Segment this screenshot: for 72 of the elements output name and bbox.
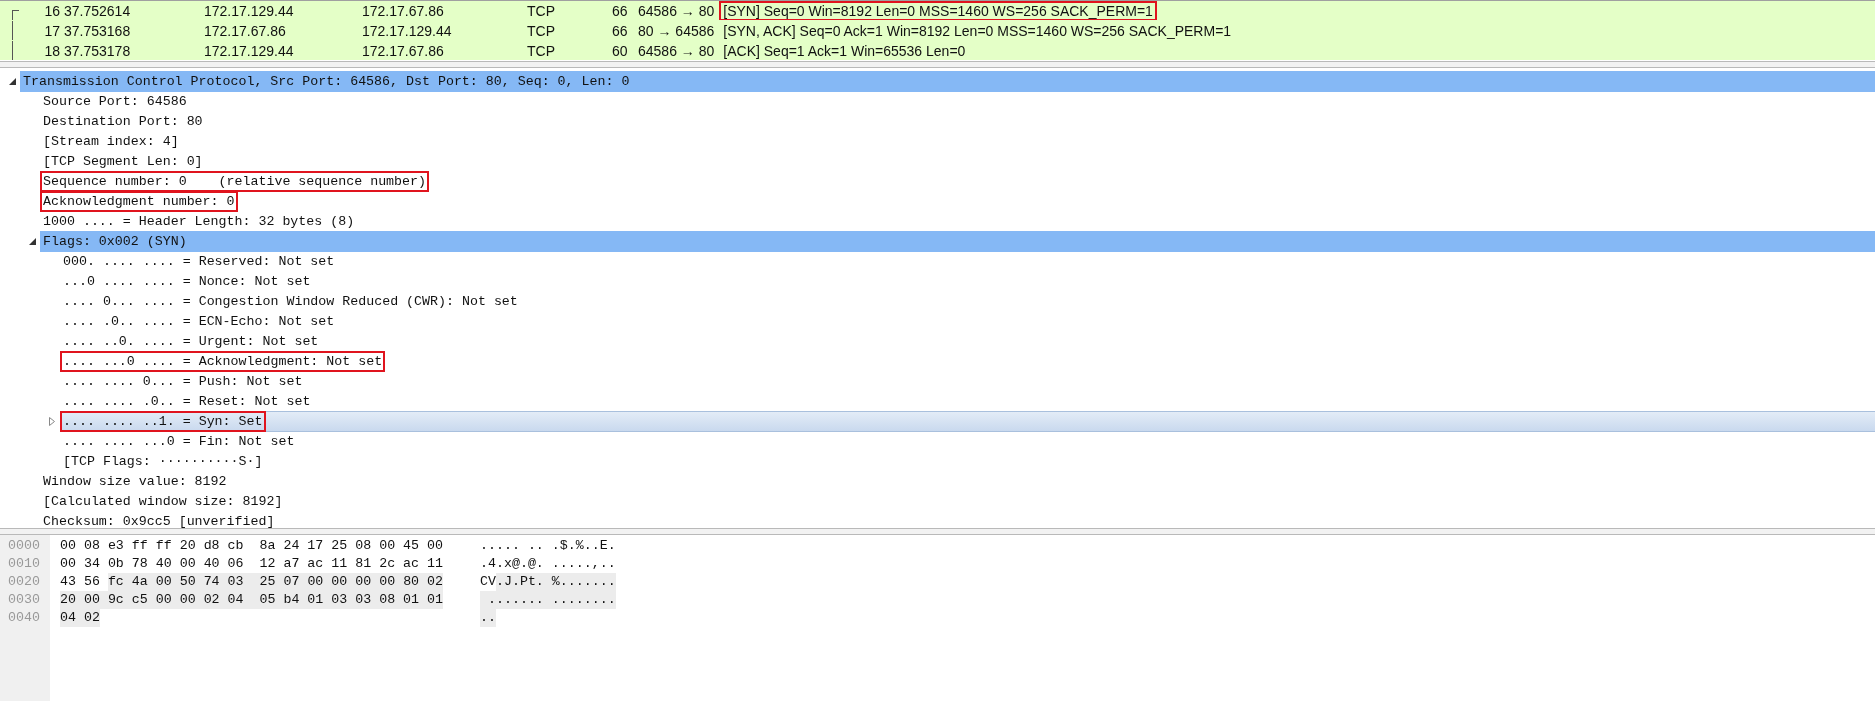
packet-info-detail: [ACK] Seq=1 Ack=1 Win=65536 Len=0 xyxy=(722,41,967,61)
tree-item[interactable]: .... .... 0... = Push: Not set xyxy=(60,370,306,392)
tree-item[interactable]: 1000 .... = Header Length: 32 bytes (8) xyxy=(40,210,358,232)
hex-offset: 0000 xyxy=(7,537,41,555)
packet-info: 80 → 64586 xyxy=(638,22,715,39)
tree-item[interactable]: [TCP Segment Len: 0] xyxy=(40,150,206,172)
tree-item[interactable]: [Stream index: 4] xyxy=(40,130,182,152)
ascii-bytes: .4.x@.@. .....,.. xyxy=(480,555,616,573)
tree-item[interactable]: ...0 .... .... = Nonce: Not set xyxy=(60,270,314,292)
packet-destination: 172.17.129.44 xyxy=(362,22,453,39)
hex-bytes: 43 56 xyxy=(60,573,100,591)
tree-item[interactable]: Transmission Control Protocol, Src Port: 64586, Dst Port: 80, Seq: 0, Len: 0 xyxy=(20,70,633,92)
packet-destination: 172.17.67.86 xyxy=(362,2,445,19)
highlighted-hex-bytes: fc 4a 00 50 74 03 25 07 00 00 00 00 80 02 xyxy=(107,573,444,591)
tree-item[interactable]: 000. .... .... = Reserved: Not set xyxy=(60,250,338,272)
tree-item[interactable]: [TCP Flags: ··········S·] xyxy=(60,450,266,472)
hex-offset: 0040 xyxy=(7,609,41,627)
expanded-triangle-icon[interactable] xyxy=(8,77,16,85)
packet-protocol: TCP xyxy=(527,42,556,59)
tree-row-highlight[interactable]: .... .... ..1. = Syn: Set xyxy=(60,410,1875,432)
packet-row[interactable]: 18 37.753178 172.17.129.44 172.17.67.86 TCP 60 64586 → 80 [ACK] Seq=1 Ack=1 Win=65536 Len=0 xyxy=(0,40,1875,60)
hex-bytes: 00 08 e3 ff ff 20 d8 cb 8a 24 17 25 08 00 45 00 xyxy=(60,537,443,555)
expanded-triangle-icon[interactable] xyxy=(28,237,36,245)
packet-number: 18 xyxy=(43,42,60,59)
tree-item[interactable]: Source Port: 64586 xyxy=(40,90,190,112)
tree-row-highlight[interactable]: Flags: 0x002 (SYN) xyxy=(40,230,1875,252)
packet-info: 64586 → 80 xyxy=(638,2,715,19)
hex-offset: 0020 xyxy=(7,573,41,591)
packet-length: 66 xyxy=(612,2,629,19)
packet-time: 37.752614 xyxy=(63,2,132,19)
packet-destination: 172.17.67.86 xyxy=(362,42,445,59)
packet-info-detail: [SYN, ACK] Seq=0 Ack=1 Win=8192 Len=0 MSS=1460 WS=256 SACK_PERM=1 xyxy=(722,21,1233,41)
packet-length: 60 xyxy=(612,42,629,59)
hex-offset: 0030 xyxy=(7,591,41,609)
packet-number: 16 xyxy=(43,2,60,19)
tree-item[interactable]: .... ..0. .... = Urgent: Not set xyxy=(60,330,322,352)
ascii-bytes: CV xyxy=(480,573,496,591)
packet-source: 172.17.67.86 xyxy=(204,22,287,39)
packet-number: 17 xyxy=(43,22,60,39)
highlighted-ascii-bytes: .. xyxy=(480,609,496,627)
packet-protocol: TCP xyxy=(527,2,556,19)
tree-item[interactable]: .... 0... .... = Congestion Window Reduced (CWR): Not set xyxy=(60,290,521,312)
packet-protocol: TCP xyxy=(527,22,556,39)
tree-item[interactable]: Acknowledgment number: 0 xyxy=(40,190,238,212)
ascii-bytes: ..... .. .$.%..E. xyxy=(480,537,616,555)
tree-item[interactable]: .... .... .0.. = Reset: Not set xyxy=(60,390,314,412)
tree-item[interactable]: [Calculated window size: 8192] xyxy=(40,490,286,512)
packet-row[interactable]: 17 37.753168 172.17.67.86 172.17.129.44 TCP 66 80 → 64586 [SYN, ACK] Seq=0 Ack=1 Win=8192 Len=0 MSS=1460 WS=256 SACK_PERM=1 xyxy=(0,20,1875,40)
tree-row-highlight[interactable]: Transmission Control Protocol, Src Port: 64586, Dst Port: 80, Seq: 0, Len: 0 xyxy=(20,70,1875,92)
highlighted-hex-bytes: 04 02 xyxy=(60,609,100,627)
tree-item[interactable]: Destination Port: 80 xyxy=(40,110,206,132)
tree-item[interactable]: .... ...0 .... = Acknowledgment: Not set xyxy=(60,350,386,372)
packet-info: 64586 → 80 xyxy=(638,42,715,59)
packet-time: 37.753168 xyxy=(63,22,132,39)
tree-item[interactable]: Sequence number: 0 (relative sequence number) xyxy=(40,170,429,192)
highlighted-ascii-bytes: .J.Pt. %....... xyxy=(495,573,616,591)
tree-item[interactable]: Window size value: 8192 xyxy=(40,470,230,492)
hex-offset: 0010 xyxy=(7,555,41,573)
packet-row[interactable]: 16 37.752614 172.17.129.44 172.17.67.86 TCP 66 64586 → 80 [SYN] Seq=0 Win=8192 Len=0 MSS=1460 WS=256 SACK_PERM=1 xyxy=(0,0,1875,20)
packet-time: 37.753178 xyxy=(63,42,132,59)
highlighted-hex-bytes: 20 00 9c c5 00 00 02 04 05 b4 01 03 03 08 01 01 xyxy=(60,591,443,609)
tree-item[interactable]: Flags: 0x002 (SYN) xyxy=(40,230,190,252)
packet-length: 66 xyxy=(612,22,629,39)
highlighted-ascii-bytes: ....... ........ xyxy=(480,591,616,609)
packet-source: 172.17.129.44 xyxy=(204,2,295,19)
tree-item[interactable]: .... .0.. .... = ECN-Echo: Not set xyxy=(60,310,338,332)
hex-bytes: 00 34 0b 78 40 00 40 06 12 a7 ac 11 81 2c ac 11 xyxy=(60,555,443,573)
tree-item[interactable]: Checksum: 0x9cc5 [unverified] xyxy=(40,510,278,528)
collapsed-triangle-icon[interactable] xyxy=(49,416,55,426)
tree-item[interactable]: .... .... ..1. = Syn: Set xyxy=(60,410,266,432)
packet-source: 172.17.129.44 xyxy=(204,42,295,59)
tree-item[interactable]: .... .... ...0 = Fin: Not set xyxy=(60,430,298,452)
